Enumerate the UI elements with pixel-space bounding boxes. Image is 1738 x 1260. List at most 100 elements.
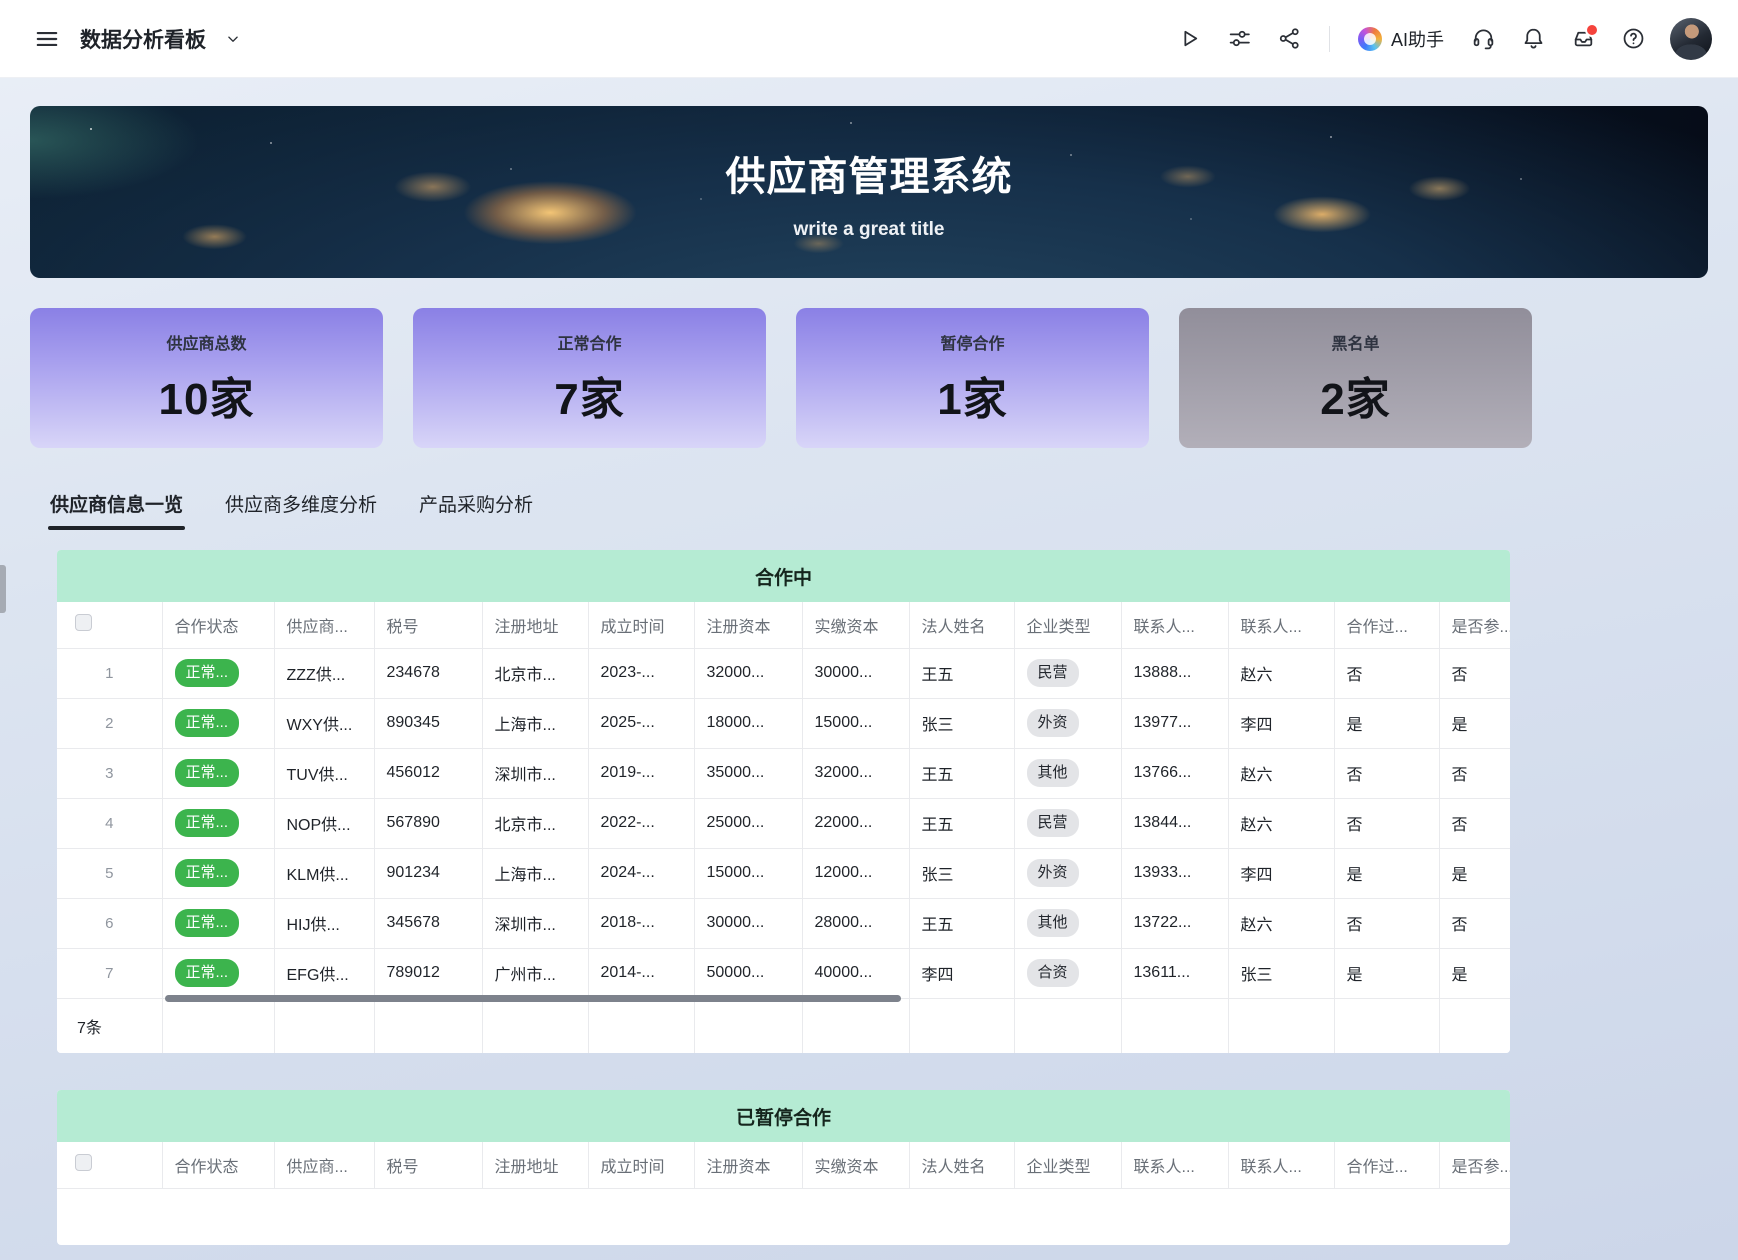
cell-company-type[interactable]: 民营 — [1014, 648, 1121, 698]
row-index[interactable]: 3 — [57, 748, 162, 798]
cell-coop-history[interactable]: 是 — [1334, 948, 1439, 998]
cell-paid-capital[interactable]: 28000... — [802, 898, 909, 948]
column-header[interactable]: 是否参... — [1439, 602, 1510, 648]
column-header[interactable]: 供应商... — [274, 1142, 374, 1188]
column-header[interactable]: 实缴资本 — [802, 602, 909, 648]
column-header[interactable]: 税号 — [374, 1142, 482, 1188]
column-header[interactable]: 合作状态 — [162, 1142, 274, 1188]
ai-assistant-button[interactable]: AI助手 — [1350, 22, 1452, 56]
row-index[interactable]: 4 — [57, 798, 162, 848]
cell-participate[interactable]: 是 — [1439, 948, 1510, 998]
select-all-checkbox[interactable] — [75, 1154, 92, 1171]
column-header[interactable]: 联系人... — [1228, 1142, 1334, 1188]
cell-founded[interactable]: 2022-... — [588, 798, 694, 848]
column-header[interactable]: 成立时间 — [588, 602, 694, 648]
cell-address[interactable]: 深圳市... — [482, 748, 588, 798]
cell-coop-status[interactable]: 正常... — [162, 698, 274, 748]
share-button[interactable] — [1271, 20, 1309, 58]
cell-coop-history[interactable]: 否 — [1334, 648, 1439, 698]
cell-registered-capital[interactable]: 35000... — [694, 748, 802, 798]
settings-sliders-button[interactable] — [1221, 20, 1259, 58]
cell-supplier[interactable]: WXY供... — [274, 698, 374, 748]
column-header[interactable]: 成立时间 — [588, 1142, 694, 1188]
cell-tax-id[interactable]: 567890 — [374, 798, 482, 848]
cell-contact-name[interactable]: 李四 — [1228, 698, 1334, 748]
cell-coop-status[interactable]: 正常... — [162, 798, 274, 848]
cell-founded[interactable]: 2023-... — [588, 648, 694, 698]
cell-supplier[interactable]: EFG供... — [274, 948, 374, 998]
cell-paid-capital[interactable]: 12000... — [802, 848, 909, 898]
cell-coop-history[interactable]: 是 — [1334, 698, 1439, 748]
cell-coop-history[interactable]: 否 — [1334, 798, 1439, 848]
cell-registered-capital[interactable]: 50000... — [694, 948, 802, 998]
column-header[interactable]: 是否参... — [1439, 1142, 1510, 1188]
column-header[interactable]: 供应商... — [274, 602, 374, 648]
cell-tax-id[interactable]: 789012 — [374, 948, 482, 998]
cell-legal-person[interactable]: 王五 — [909, 898, 1014, 948]
cell-company-type[interactable]: 其他 — [1014, 898, 1121, 948]
cell-tax-id[interactable]: 234678 — [374, 648, 482, 698]
cell-coop-history[interactable]: 否 — [1334, 898, 1439, 948]
support-button[interactable] — [1464, 20, 1502, 58]
cell-company-type[interactable]: 外资 — [1014, 698, 1121, 748]
cell-founded[interactable]: 2024-... — [588, 848, 694, 898]
cell-paid-capital[interactable]: 22000... — [802, 798, 909, 848]
cell-founded[interactable]: 2018-... — [588, 898, 694, 948]
cell-contact-name[interactable]: 李四 — [1228, 848, 1334, 898]
page-scrollbar[interactable] — [0, 565, 6, 613]
column-header[interactable]: 企业类型 — [1014, 602, 1121, 648]
menu-button[interactable] — [28, 20, 66, 58]
tab-product-procurement-analysis[interactable]: 产品采购分析 — [419, 490, 533, 530]
cell-contact-phone[interactable]: 13766... — [1121, 748, 1228, 798]
inbox-button[interactable] — [1564, 20, 1602, 58]
cell-contact-phone[interactable]: 13977... — [1121, 698, 1228, 748]
column-header[interactable]: 注册地址 — [482, 602, 588, 648]
play-button[interactable] — [1171, 20, 1209, 58]
cell-contact-name[interactable]: 赵六 — [1228, 648, 1334, 698]
column-header[interactable]: 注册地址 — [482, 1142, 588, 1188]
cell-supplier[interactable]: ZZZ供... — [274, 648, 374, 698]
column-header[interactable]: 合作过... — [1334, 602, 1439, 648]
cell-address[interactable]: 北京市... — [482, 798, 588, 848]
cell-contact-name[interactable]: 赵六 — [1228, 748, 1334, 798]
cell-participate[interactable]: 是 — [1439, 848, 1510, 898]
column-header[interactable]: 注册资本 — [694, 1142, 802, 1188]
tab-supplier-multidimensional-analysis[interactable]: 供应商多维度分析 — [225, 490, 377, 530]
cell-coop-history[interactable]: 是 — [1334, 848, 1439, 898]
stat-card-paused-cooperation[interactable]: 暂停合作 1家 — [796, 308, 1149, 448]
cell-registered-capital[interactable]: 30000... — [694, 898, 802, 948]
select-all-checkbox[interactable] — [75, 614, 92, 631]
cell-registered-capital[interactable]: 18000... — [694, 698, 802, 748]
cell-paid-capital[interactable]: 40000... — [802, 948, 909, 998]
cell-participate[interactable]: 否 — [1439, 798, 1510, 848]
cell-legal-person[interactable]: 王五 — [909, 798, 1014, 848]
tab-supplier-overview[interactable]: 供应商信息一览 — [50, 490, 183, 530]
cell-coop-history[interactable]: 否 — [1334, 748, 1439, 798]
cell-contact-phone[interactable]: 13611... — [1121, 948, 1228, 998]
cell-company-type[interactable]: 民营 — [1014, 798, 1121, 848]
dashboard-switcher-button[interactable] — [220, 20, 246, 58]
cell-paid-capital[interactable]: 32000... — [802, 748, 909, 798]
cell-founded[interactable]: 2014-... — [588, 948, 694, 998]
column-header[interactable]: 联系人... — [1121, 602, 1228, 648]
cell-paid-capital[interactable]: 30000... — [802, 648, 909, 698]
cell-participate[interactable]: 否 — [1439, 648, 1510, 698]
cell-supplier[interactable]: HIJ供... — [274, 898, 374, 948]
cell-founded[interactable]: 2019-... — [588, 748, 694, 798]
cell-contact-name[interactable]: 张三 — [1228, 948, 1334, 998]
stat-card-blacklist[interactable]: 黑名单 2家 — [1179, 308, 1532, 448]
cell-legal-person[interactable]: 李四 — [909, 948, 1014, 998]
cell-company-type[interactable]: 其他 — [1014, 748, 1121, 798]
avatar[interactable] — [1670, 18, 1712, 60]
cell-contact-phone[interactable]: 13933... — [1121, 848, 1228, 898]
column-header[interactable]: 税号 — [374, 602, 482, 648]
horizontal-scrollbar[interactable] — [165, 995, 901, 1002]
column-header[interactable]: 联系人... — [1121, 1142, 1228, 1188]
cell-contact-phone[interactable]: 13722... — [1121, 898, 1228, 948]
column-header[interactable]: 注册资本 — [694, 602, 802, 648]
cell-coop-status[interactable]: 正常... — [162, 748, 274, 798]
column-header[interactable]: 合作过... — [1334, 1142, 1439, 1188]
cell-coop-status[interactable]: 正常... — [162, 948, 274, 998]
cell-registered-capital[interactable]: 25000... — [694, 798, 802, 848]
row-index[interactable]: 1 — [57, 648, 162, 698]
